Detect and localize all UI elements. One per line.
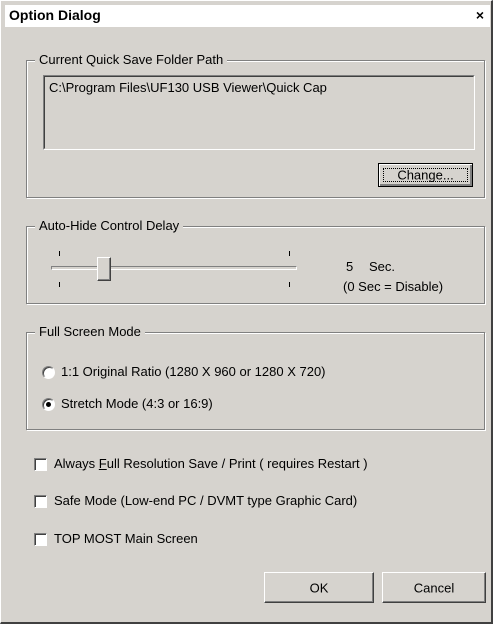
- change-button[interactable]: Change...: [378, 163, 473, 187]
- window-title: Option Dialog: [9, 7, 101, 23]
- slider-tick-top-left: [59, 251, 60, 256]
- checkbox-safe-mode-label[interactable]: Safe Mode (Low-end PC / DVMT type Graphi…: [54, 493, 357, 509]
- radio-stretch-mode-button[interactable]: [42, 398, 55, 411]
- folder-path-text: C:\Program Files\UF130 USB Viewer\Quick …: [44, 76, 474, 149]
- cancel-button-label: Cancel: [413, 580, 455, 595]
- radio-original-ratio-button[interactable]: [42, 366, 55, 379]
- slider-thumb[interactable]: [97, 257, 111, 281]
- auto-hide-group: Auto-Hide Control Delay 5 Sec. (0 Sec = …: [26, 218, 485, 304]
- delay-unit: Sec.: [369, 259, 396, 274]
- ok-button[interactable]: OK: [264, 572, 374, 603]
- label-accelerator: F: [98, 456, 107, 471]
- label-prefix: Always: [54, 456, 99, 471]
- auto-hide-legend: Auto-Hide Control Delay: [35, 218, 184, 234]
- delay-note: (0 Sec = Disable): [343, 279, 444, 294]
- checkbox-full-resolution-label[interactable]: Always Full Resolution Save / Print ( re…: [54, 456, 368, 472]
- cancel-button[interactable]: Cancel: [382, 572, 486, 603]
- checkbox-top-most-box[interactable]: [34, 533, 47, 546]
- slider-tick-bottom-left: [59, 282, 60, 287]
- checkbox-safe-mode-box[interactable]: [34, 495, 47, 508]
- change-button-label: Change...: [397, 167, 454, 183]
- full-screen-legend: Full Screen Mode: [35, 324, 145, 340]
- radio-original-ratio-label[interactable]: 1:1 Original Ratio (1280 X 960 or 1280 X…: [61, 364, 326, 380]
- full-screen-group: Full Screen Mode 1:1 Original Ratio (128…: [26, 324, 485, 430]
- label-rest: ull Resolution Save / Print ( requires R…: [106, 456, 368, 471]
- radio-dot: [46, 402, 51, 407]
- quick-save-group: Current Quick Save Folder Path C:\Progra…: [26, 52, 485, 198]
- delay-value: 5: [346, 259, 354, 274]
- title-bar[interactable]: Option Dialog ×: [5, 5, 490, 27]
- close-icon[interactable]: ×: [472, 6, 488, 24]
- folder-path-field: C:\Program Files\UF130 USB Viewer\Quick …: [43, 75, 475, 150]
- option-dialog: Option Dialog × Current Quick Save Folde…: [0, 0, 493, 624]
- radio-stretch-mode-label[interactable]: Stretch Mode (4:3 or 16:9): [61, 396, 213, 412]
- checkbox-full-resolution-box[interactable]: [34, 458, 47, 471]
- slider-tick-bottom-right: [289, 282, 290, 287]
- quick-save-legend: Current Quick Save Folder Path: [35, 52, 228, 68]
- slider-track[interactable]: [51, 266, 297, 270]
- slider-tick-top-right: [289, 251, 290, 256]
- ok-button-label: OK: [309, 580, 329, 595]
- checkbox-top-most-label[interactable]: TOP MOST Main Screen: [54, 531, 198, 547]
